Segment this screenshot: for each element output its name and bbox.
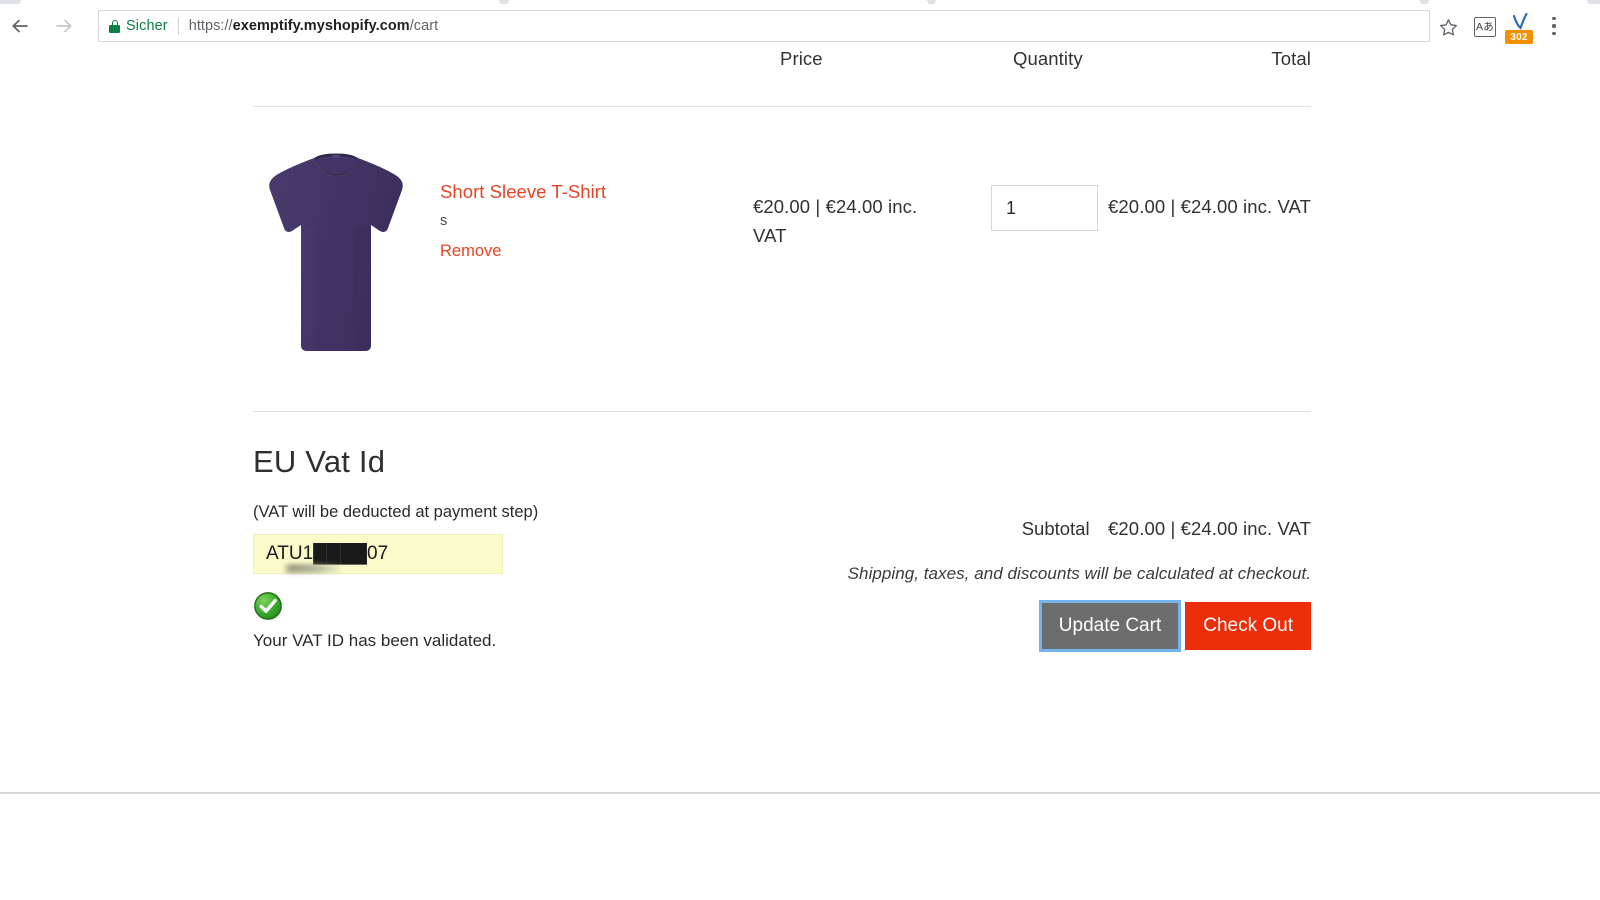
cart-line-item: Short Sleeve T-Shirt s Remove €20.00 | €… xyxy=(253,107,1311,411)
update-cart-button[interactable]: Update Cart xyxy=(1041,602,1179,650)
arrow-left-icon xyxy=(10,16,30,36)
column-header-total: Total xyxy=(1271,48,1311,70)
arrow-right-icon xyxy=(54,16,74,36)
extension-badge: 302 xyxy=(1505,30,1533,44)
product-thumbnail[interactable] xyxy=(257,140,415,364)
url-host: exemptify.myshopify.com xyxy=(233,18,410,34)
cart-actions: Update Cart Check Out xyxy=(1041,602,1311,650)
browser-chrome: Sicher https://exemptify.myshopify.com/c… xyxy=(0,0,1600,48)
below-viewport-area xyxy=(0,794,1600,900)
product-variant: s xyxy=(440,214,740,229)
product-price: €20.00 | €24.00 inc. VAT xyxy=(753,193,933,250)
cart-table-header: Price Quantity Total xyxy=(253,48,1311,106)
browser-toolbar: Sicher https://exemptify.myshopify.com/c… xyxy=(0,4,1600,47)
purple-tshirt-icon xyxy=(257,140,415,364)
extension-checkmark-icon xyxy=(1511,12,1529,30)
check-out-button[interactable]: Check Out xyxy=(1185,602,1311,650)
shipping-disclaimer: Shipping, taxes, and discounts will be c… xyxy=(848,564,1311,584)
star-outline-icon xyxy=(1438,17,1459,38)
security-status-label: Sicher xyxy=(126,18,168,34)
subtotal-label: Subtotal xyxy=(1022,518,1090,539)
product-line-total: €20.00 | €24.00 inc. VAT xyxy=(1081,193,1311,222)
back-button[interactable] xyxy=(6,12,34,40)
page-viewport: Price Quantity Total xyxy=(0,48,1600,793)
remove-item-link[interactable]: Remove xyxy=(440,243,501,260)
address-bar[interactable]: Sicher https://exemptify.myshopify.com/c… xyxy=(98,10,1430,42)
subtotal-row: Subtotal €20.00 | €24.00 inc. VAT xyxy=(1022,518,1311,540)
product-title-link[interactable]: Short Sleeve T-Shirt xyxy=(440,180,740,203)
green-check-circle-icon xyxy=(253,591,283,621)
column-header-price: Price xyxy=(780,48,823,70)
url-display: https://exemptify.myshopify.com/cart xyxy=(189,18,438,34)
translate-icon[interactable]: Aあ xyxy=(1474,17,1496,37)
url-scheme: https:// xyxy=(189,18,233,34)
extension-button[interactable]: 302 xyxy=(1505,12,1535,44)
bookmark-star-button[interactable] xyxy=(1438,17,1459,43)
cart-container: Price Quantity Total xyxy=(253,48,1311,649)
vat-id-input[interactable] xyxy=(253,534,503,574)
translate-label: Aあ xyxy=(1476,22,1494,33)
omnibox-divider xyxy=(178,18,179,35)
vat-section-heading: EU Vat Id xyxy=(253,446,1311,477)
lock-icon xyxy=(109,20,120,33)
subtotal-value: €20.00 | €24.00 inc. VAT xyxy=(1108,518,1311,539)
vat-validated-icon xyxy=(253,591,283,621)
browser-menu-button[interactable] xyxy=(1545,16,1563,36)
forward-button xyxy=(50,12,78,40)
product-details: Short Sleeve T-Shirt s Remove xyxy=(440,180,740,261)
column-header-quantity: Quantity xyxy=(1013,48,1083,70)
url-path: /cart xyxy=(410,18,438,34)
